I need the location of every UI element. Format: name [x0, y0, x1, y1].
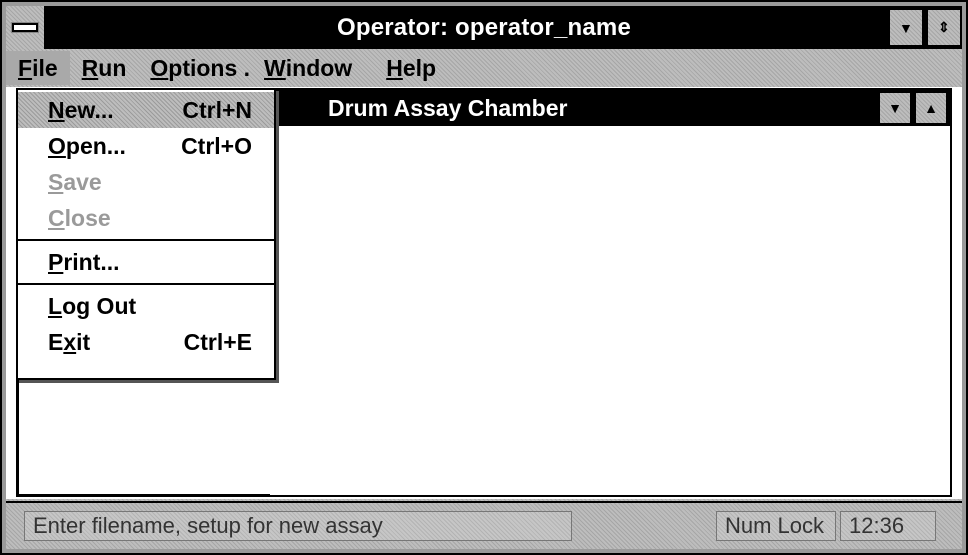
menu-item-close-label: lose — [64, 204, 111, 231]
menu-item-new-shortcut: Ctrl+N — [182, 96, 252, 123]
menu-item-exit-accel: x — [63, 328, 77, 355]
status-numlock: Num Lock — [716, 511, 836, 541]
menu-run[interactable]: Run — [70, 51, 139, 85]
menu-item-new[interactable]: New... Ctrl+N — [18, 92, 274, 128]
menu-item-exit-label: it — [76, 328, 91, 355]
menu-item-logout-label: og Out — [62, 292, 137, 319]
minimize-arrow-icon[interactable]: ▼ — [888, 8, 924, 47]
menu-item-exit-shortcut: Ctrl+E — [183, 328, 252, 355]
status-time: 12:36 — [840, 511, 936, 541]
menu-file[interactable]: File — [6, 51, 70, 85]
menu-item-save-accel: S — [48, 168, 64, 195]
menu-window-label: indow — [285, 54, 353, 81]
menu-item-print-accel: P — [48, 248, 64, 275]
menu-item-open-accel: O — [48, 132, 66, 159]
menu-item-logout[interactable]: Log Out — [18, 288, 274, 324]
maximize-arrow-icon[interactable]: ▲ — [914, 91, 948, 125]
menu-options-accel: O — [150, 54, 169, 81]
menu-bar: File Run Options . Window Help — [6, 49, 962, 88]
menu-item-print[interactable]: Print... — [18, 244, 274, 280]
menu-window-accel: W — [264, 54, 286, 81]
menu-item-close-accel: C — [48, 204, 65, 231]
menu-item-new-label: ew... — [64, 96, 114, 123]
child-window-title: Drum Assay Chamber — [328, 94, 568, 121]
menu-item-new-accel: N — [48, 96, 65, 123]
menu-help-accel: H — [386, 54, 403, 81]
child-window-title-bar[interactable]: Drum Assay Chamber ▼ ▲ — [270, 90, 950, 126]
status-bar: Enter filename, setup for new assay Num … — [6, 501, 962, 549]
menu-file-label: ile — [32, 54, 58, 81]
menu-item-open[interactable]: Open... Ctrl+O — [18, 128, 274, 164]
menu-file-accel: F — [18, 54, 33, 81]
menu-run-label: un — [98, 54, 127, 81]
menu-window[interactable]: Window — [262, 51, 364, 85]
child-window-body — [270, 126, 950, 495]
window-title: Operator: operator_name — [336, 13, 631, 41]
main-window: Operator: operator_name ▼ ⇕ File Run Opt… — [0, 0, 968, 555]
menu-options[interactable]: Options . — [138, 51, 262, 85]
system-menu-icon[interactable] — [6, 6, 46, 49]
menu-item-close: Close — [18, 200, 274, 236]
menu-separator — [18, 283, 274, 285]
menu-item-save-label: ave — [63, 168, 102, 195]
menu-separator — [18, 239, 274, 241]
menu-item-save: Save — [18, 164, 274, 200]
menu-help[interactable]: Help — [364, 51, 448, 85]
menu-run-accel: R — [81, 54, 99, 81]
menu-item-open-shortcut: Ctrl+O — [181, 132, 252, 159]
minimize-arrow-icon[interactable]: ▼ — [878, 91, 912, 125]
status-message: Enter filename, setup for new assay — [24, 511, 572, 541]
restore-arrows-icon[interactable]: ⇕ — [926, 8, 962, 47]
menu-item-print-label: rint... — [63, 248, 120, 275]
file-menu-dropdown: New... Ctrl+N Open... Ctrl+O Save Close … — [16, 88, 276, 380]
menu-help-label: elp — [402, 54, 437, 81]
menu-item-exit[interactable]: Exit Ctrl+E — [18, 324, 274, 360]
menu-item-logout-accel: L — [48, 292, 63, 319]
menu-item-exit-pre: E — [48, 328, 64, 355]
title-bar[interactable]: Operator: operator_name ▼ ⇕ — [6, 6, 962, 49]
menu-options-label: ptions . — [168, 54, 251, 81]
menu-item-open-label: pen... — [65, 132, 126, 159]
